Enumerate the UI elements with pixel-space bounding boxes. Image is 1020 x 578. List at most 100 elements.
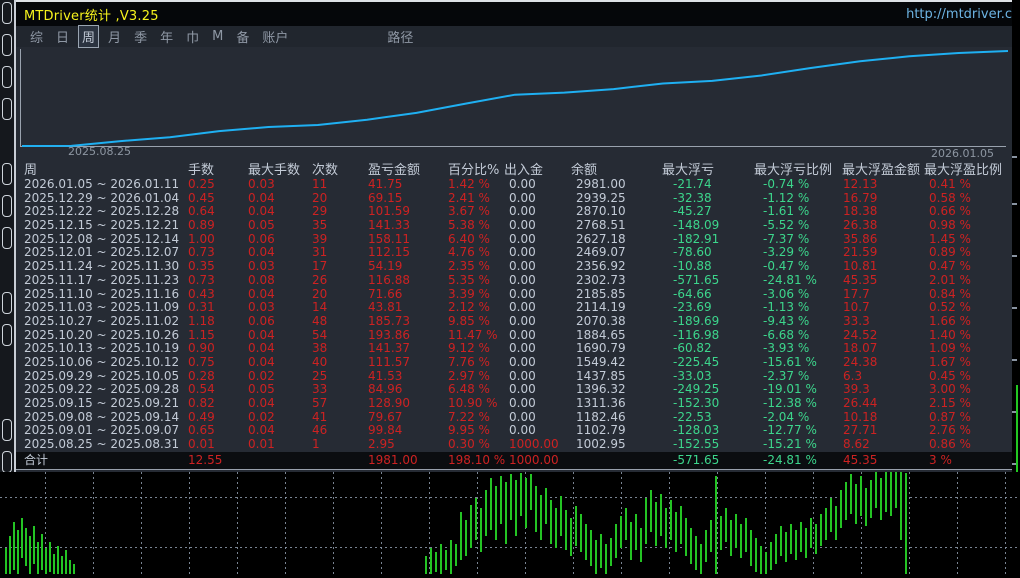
- table-cell: 2302.73: [542, 274, 662, 288]
- edge-button-outline: [2, 66, 12, 88]
- column-header: 盈亏金额: [354, 159, 432, 178]
- table-cell: 0.04: [236, 397, 298, 411]
- table-row[interactable]: 2025.08.25 ~ 2025.08.310.010.0112.950.30…: [16, 438, 1012, 452]
- table-cell: -12.38 %: [752, 397, 842, 411]
- menu-item-lujing[interactable]: 路径: [383, 25, 417, 48]
- table-cell: 26.38: [842, 219, 922, 233]
- table-row[interactable]: 2025.11.24 ~ 2025.11.300.350.031754.192.…: [16, 260, 1012, 274]
- table-row[interactable]: 2025.11.17 ~ 2025.11.230.730.0826116.885…: [16, 274, 1012, 288]
- table-cell: 1000.00: [492, 452, 542, 469]
- right-edge-strip: [1012, 26, 1020, 472]
- table-row[interactable]: 2025.11.10 ~ 2025.11.160.430.042071.663.…: [16, 288, 1012, 302]
- table-cell: 1002.95: [542, 438, 662, 452]
- table-cell: 2.01 %: [922, 274, 1012, 288]
- table-cell: 0.00: [492, 274, 542, 288]
- table-cell: 0.03: [236, 301, 298, 315]
- table-cell: 0.52 %: [922, 301, 1012, 315]
- left-edge-strip: [0, 0, 14, 472]
- table-cell: 0.82: [178, 397, 236, 411]
- table-row[interactable]: 2025.11.03 ~ 2025.11.090.310.031443.812.…: [16, 301, 1012, 315]
- menu-item-ri[interactable]: 日: [52, 25, 73, 48]
- table-cell: 0.41 %: [922, 178, 1012, 192]
- table-row[interactable]: 2025.09.01 ~ 2025.09.070.650.044699.849.…: [16, 424, 1012, 438]
- table-cell: 1690.79: [542, 342, 662, 356]
- menu-item-nian[interactable]: 年: [156, 25, 177, 48]
- table-cell: 9.85 %: [432, 315, 492, 329]
- table-cell: -9.43 %: [752, 315, 842, 329]
- table-cell: 9.12 %: [432, 342, 492, 356]
- window-title: MTDriver统计 ,V3.25: [24, 5, 159, 24]
- table-cell: -24.81 %: [752, 452, 842, 469]
- table-row[interactable]: 2025.10.27 ~ 2025.11.021.180.0648185.739…: [16, 315, 1012, 329]
- table-cell: 185.73: [354, 315, 432, 329]
- menu-item-zhou[interactable]: 周: [78, 25, 99, 48]
- table-cell: 1000.00: [492, 438, 542, 452]
- website-link[interactable]: http://mtdriver.c: [906, 7, 1012, 22]
- table-row[interactable]: 2025.10.20 ~ 2025.10.261.150.0454193.861…: [16, 329, 1012, 343]
- table-cell: 35: [298, 219, 354, 233]
- menu-item-zhanghu[interactable]: 账户: [258, 25, 292, 48]
- table-row[interactable]: 2025.09.15 ~ 2025.09.210.820.0457128.901…: [16, 397, 1012, 411]
- column-header: 百分比%: [432, 159, 492, 178]
- candle-sliver: [1016, 385, 1018, 472]
- column-header: 手数: [178, 159, 236, 178]
- table-row[interactable]: 2025.12.15 ~ 2025.12.210.890.0535141.335…: [16, 219, 1012, 233]
- table-cell: 26.44: [842, 397, 922, 411]
- table-cell: 1: [298, 438, 354, 452]
- table-cell: 0.04: [236, 342, 298, 356]
- menu-item-zong[interactable]: 综: [26, 25, 47, 48]
- menu-item-ji[interactable]: 季: [130, 25, 151, 48]
- menu-item-bei[interactable]: 备: [232, 25, 253, 48]
- table-cell: -60.82: [662, 342, 752, 356]
- table-cell: 1981.00: [354, 452, 432, 469]
- menu-item-yue[interactable]: 月: [104, 25, 125, 48]
- table-cell: 10.7: [842, 301, 922, 315]
- table-row[interactable]: 2025.12.29 ~ 2026.01.040.450.042069.152.…: [16, 192, 1012, 206]
- table-cell: 12.55: [178, 452, 236, 469]
- table-row[interactable]: 2025.12.22 ~ 2025.12.280.640.0429101.593…: [16, 205, 1012, 219]
- table-cell: -5.52 %: [752, 219, 842, 233]
- column-header: 余额: [542, 159, 662, 178]
- table-row[interactable]: 2025.12.08 ~ 2025.12.141.000.0639158.116…: [16, 233, 1012, 247]
- table-cell: 43.81: [354, 301, 432, 315]
- menu-item-bi[interactable]: 巾: [182, 25, 203, 48]
- edge-button-outline: [2, 98, 12, 120]
- table-row[interactable]: 2025.09.29 ~ 2025.10.050.280.022541.532.…: [16, 370, 1012, 384]
- table-cell: 40: [298, 356, 354, 370]
- table-row[interactable]: 2026.01.05 ~ 2026.01.110.250.031141.751.…: [16, 178, 1012, 192]
- table-row[interactable]: 2025.09.22 ~ 2025.09.280.540.053384.966.…: [16, 383, 1012, 397]
- table-cell: 7.76 %: [432, 356, 492, 370]
- table-cell: 1549.42: [542, 356, 662, 370]
- edge-button-outline: [2, 163, 12, 185]
- table-row[interactable]: 2025.10.13 ~ 2025.10.190.900.0438141.379…: [16, 342, 1012, 356]
- table-cell: 0.01: [236, 438, 298, 452]
- table-row[interactable]: 2025.12.01 ~ 2025.12.070.730.0431112.154…: [16, 246, 1012, 260]
- table-cell: 10.90 %: [432, 397, 492, 411]
- equity-start-date-label: 2025.08.25: [68, 145, 131, 158]
- table-body: 2026.01.05 ~ 2026.01.110.250.031141.751.…: [16, 178, 1012, 452]
- column-header: 出入金: [492, 159, 542, 178]
- table-cell: 57: [298, 397, 354, 411]
- table-row[interactable]: 2025.09.08 ~ 2025.09.140.490.024179.677.…: [16, 411, 1012, 425]
- menu-item-m[interactable]: M: [208, 27, 227, 46]
- table-cell: 2.12 %: [432, 301, 492, 315]
- table-cell: -225.45: [662, 356, 752, 370]
- table-cell: 0.06: [236, 315, 298, 329]
- table-cell: 0.86 %: [922, 438, 1012, 452]
- table-row[interactable]: 2025.10.06 ~ 2025.10.120.750.0440111.577…: [16, 356, 1012, 370]
- table-cell: 2025.11.03 ~ 2025.11.09: [16, 301, 178, 315]
- price-scale-tick: [1012, 307, 1017, 309]
- table-cell: [236, 452, 298, 469]
- table-cell: 0.00: [492, 260, 542, 274]
- table-cell: 141.33: [354, 219, 432, 233]
- table-cell: 0.03: [236, 178, 298, 192]
- table-cell: 33.3: [842, 315, 922, 329]
- table-cell: 10.81: [842, 260, 922, 274]
- title-bar[interactable]: MTDriver统计 ,V3.25 http://mtdriver.c: [16, 0, 1012, 26]
- table-cell: 5.38 %: [432, 219, 492, 233]
- table-cell: 0.98 %: [922, 219, 1012, 233]
- table-cell: 17: [298, 260, 354, 274]
- table-cell: -21.74: [662, 178, 752, 192]
- table-cell: -3.93 %: [752, 342, 842, 356]
- table-cell: 0.73: [178, 274, 236, 288]
